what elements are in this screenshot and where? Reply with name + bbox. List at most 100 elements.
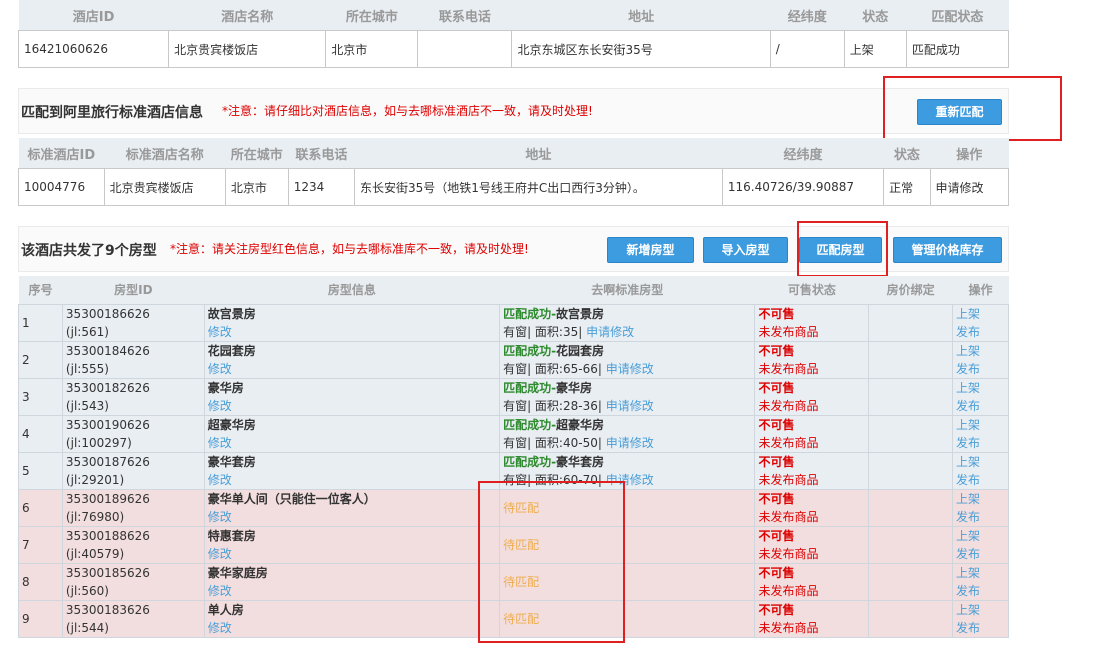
hotel-table-header: 酒店ID 酒店名称 所在城市 联系电话 地址 经纬度 状态 匹配状态 (18, 0, 1009, 31)
room-jl: (jl:40579) (65, 547, 125, 561)
room-info-cell: 豪华房 修改 (203, 378, 501, 416)
list-up-link[interactable]: 上架 (956, 418, 980, 432)
edit-room-link[interactable]: 修改 (208, 621, 232, 635)
sale-status: 不可售 (758, 381, 795, 395)
publish-link[interactable]: 发布 (956, 584, 980, 598)
sale-status-cell: 不可售 未发布商品 (754, 378, 870, 416)
publish-link[interactable]: 发布 (956, 436, 980, 450)
room-id: 35300189626 (65, 492, 150, 506)
room-id: 35300185626 (65, 566, 150, 580)
publish-link[interactable]: 发布 (956, 547, 980, 561)
std-room-cell: 匹配成功-超豪华房 有窗| 面积:40-50| 申请修改 (499, 415, 756, 453)
room-id: 35300182626 (65, 381, 150, 395)
col-header: 操作 (956, 147, 983, 163)
manage-price-button[interactable]: 管理价格库存 (893, 237, 1002, 263)
import-room-button[interactable]: 导入房型 (703, 237, 788, 263)
std-hotel-status: 正常 (883, 168, 931, 206)
room-jl: (jl:29201) (65, 473, 125, 487)
col-header: 所在城市 (345, 9, 398, 25)
std-room-name: 故宫景房 (556, 307, 605, 321)
edit-room-link[interactable]: 修改 (208, 325, 232, 339)
room-info-cell: 豪华家庭房 修改 (203, 563, 501, 601)
edit-room-link[interactable]: 修改 (208, 436, 232, 450)
room-jl: (jl:76980) (65, 510, 125, 524)
room-id-cell: 35300183626 (jl:544) (61, 600, 205, 638)
publish-status: 未发布商品 (758, 621, 819, 635)
list-up-link[interactable]: 上架 (956, 529, 980, 543)
hotel-row: 16421060626 北京贵宾楼饭店 北京市 北京东城区东长安街35号 / 上… (17, 30, 1010, 68)
sale-status-cell: 不可售 未发布商品 (754, 452, 870, 490)
publish-link[interactable]: 发布 (956, 325, 980, 339)
col-header: 所在城市 (230, 147, 283, 163)
room-jl: (jl:560) (65, 584, 109, 598)
col-header: 房价绑定 (886, 283, 935, 297)
edit-room-link[interactable]: 修改 (208, 510, 232, 524)
price-bind-cell (868, 341, 954, 379)
sale-status: 不可售 (758, 603, 795, 617)
hotel-id: 16421060626 (17, 30, 170, 68)
edit-room-link[interactable]: 修改 (208, 547, 232, 561)
std-hotel-name-link[interactable]: 北京贵宾楼饭店 (103, 168, 226, 206)
edit-room-link[interactable]: 修改 (208, 399, 232, 413)
match-success-label: 匹配成功- (503, 455, 557, 469)
price-bind-cell (868, 304, 954, 342)
edit-room-link[interactable]: 修改 (208, 473, 232, 487)
list-up-link[interactable]: 上架 (956, 492, 980, 506)
room-id: 35300190626 (65, 418, 150, 432)
op-cell: 上架 发布 (952, 526, 1009, 564)
list-up-link[interactable]: 上架 (956, 603, 980, 617)
op-cell: 上架 发布 (952, 563, 1009, 601)
apply-edit-link[interactable]: 申请修改 (586, 325, 634, 339)
price-bind-cell (868, 378, 954, 416)
col-header: 匹配状态 (931, 9, 984, 25)
list-up-link[interactable]: 上架 (956, 344, 980, 358)
publish-link[interactable]: 发布 (956, 362, 980, 376)
add-room-button[interactable]: 新增房型 (607, 237, 694, 263)
std-room-detail: 有窗| 面积:40-50| (503, 436, 602, 450)
room-name: 故宫景房 (207, 307, 256, 321)
room-jl: (jl:543) (65, 399, 109, 413)
hotel-city: 北京市 (325, 30, 419, 68)
match-success-label: 匹配成功- (503, 381, 557, 395)
room-jl: (jl:100297) (65, 436, 132, 450)
publish-link[interactable]: 发布 (956, 510, 980, 524)
room-name: 豪华家庭房 (207, 566, 268, 580)
apply-edit-link[interactable]: 申请修改 (606, 436, 654, 450)
edit-room-link[interactable]: 修改 (208, 584, 232, 598)
publish-link[interactable]: 发布 (956, 621, 980, 635)
apply-edit-link[interactable]: 申请修改 (929, 168, 1009, 206)
standard-panel-header: 匹配到阿里旅行标准酒店信息 *注意：请仔细比对酒店信息，如与去哪标准酒店不一致，… (18, 88, 1009, 134)
room-row: 2 35300184626 (jl:555) 花园套房 修改 匹配成功-花园套房 有窗| 面… (18, 341, 1009, 379)
list-up-link[interactable]: 上架 (956, 566, 980, 580)
col-header: 酒店ID (72, 9, 115, 25)
col-header: 房型ID (114, 283, 153, 297)
hotel-table: 酒店ID 酒店名称 所在城市 联系电话 地址 经纬度 状态 匹配状态 16421… (17, 0, 1010, 68)
standard-table-header: 标准酒店ID 标准酒店名称 所在城市 联系电话 地址 经纬度 状态 操作 (18, 138, 1009, 169)
apply-edit-link[interactable]: 申请修改 (606, 362, 654, 376)
publish-link[interactable]: 发布 (956, 399, 980, 413)
hotel-address: 北京东城区东长安街35号 (511, 30, 771, 68)
std-hotel-id: 10004776 (18, 168, 105, 206)
publish-link[interactable]: 发布 (956, 473, 980, 487)
room-name: 豪华房 (207, 381, 244, 395)
std-room-name: 豪华套房 (556, 455, 605, 469)
list-up-link[interactable]: 上架 (956, 455, 980, 469)
std-hotel-address: 东长安街35号（地铁1号线王府井C出口西行3分钟）。 (354, 168, 723, 206)
list-up-link[interactable]: 上架 (956, 307, 980, 321)
room-id-cell: 35300190626 (jl:100297) (61, 415, 205, 453)
apply-edit-link[interactable]: 申请修改 (606, 399, 654, 413)
std-hotel-latlng: 116.40726/39.90887 (721, 168, 885, 206)
room-no: 7 (18, 526, 63, 564)
room-info-cell: 花园套房 修改 (203, 341, 501, 379)
room-no: 6 (18, 489, 63, 527)
std-room-name: 豪华房 (556, 381, 593, 395)
room-jl: (jl:544) (65, 621, 109, 635)
op-cell: 上架 发布 (952, 489, 1009, 527)
room-no: 2 (18, 341, 63, 379)
edit-room-link[interactable]: 修改 (208, 362, 232, 376)
col-header: 地址 (525, 147, 552, 163)
sale-status-cell: 不可售 未发布商品 (754, 341, 870, 379)
room-no: 9 (18, 600, 63, 638)
std-room-name: 花园套房 (556, 344, 605, 358)
list-up-link[interactable]: 上架 (956, 381, 980, 395)
